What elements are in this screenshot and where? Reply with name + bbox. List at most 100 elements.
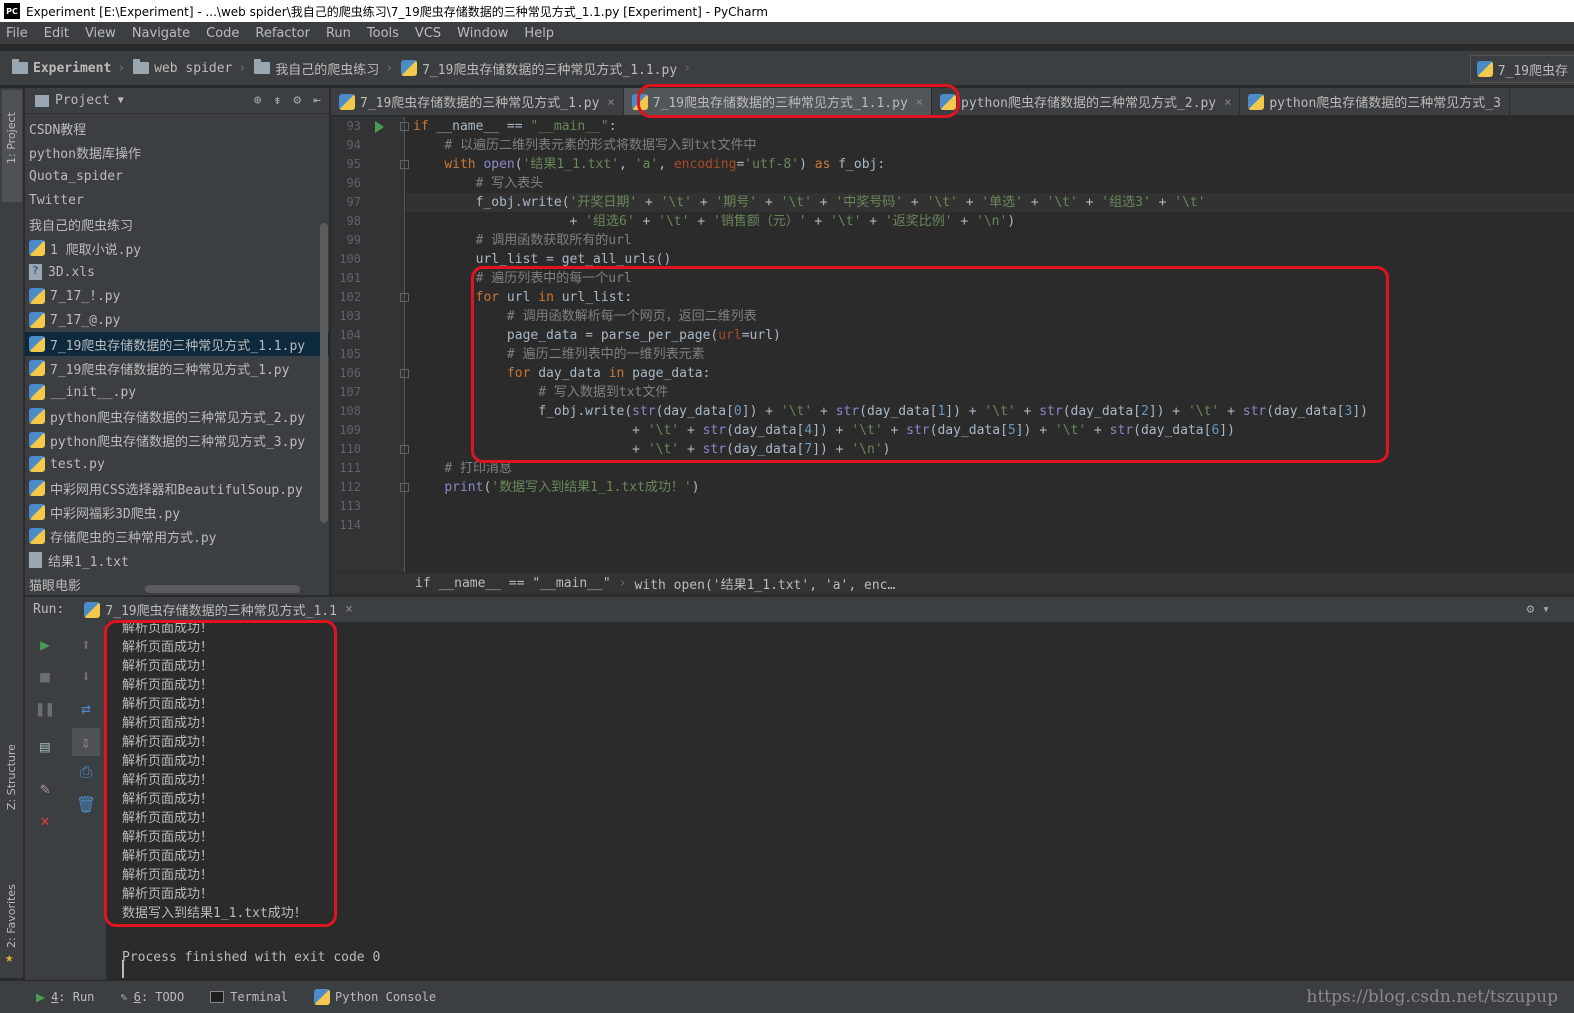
code-line: for url in url_list: bbox=[475, 290, 633, 305]
tree-item[interactable]: __init__.py bbox=[25, 380, 329, 404]
breadcrumb-project[interactable]: Experiment › bbox=[12, 59, 125, 76]
code-line: + '\t' + str(day_data[7]) + '\n') bbox=[413, 442, 891, 457]
run-gutter-icon[interactable] bbox=[375, 121, 384, 133]
menu-view[interactable]: View bbox=[85, 26, 116, 41]
project-vertical-scrollbar[interactable] bbox=[320, 223, 328, 523]
menu-vcs[interactable]: VCS bbox=[415, 26, 441, 41]
menu-edit[interactable]: Edit bbox=[44, 26, 69, 41]
code-editor[interactable]: 93 94 95 96 97 98 99 100 101 102 103 104 105 106 107 10… bbox=[331, 117, 1574, 572]
favorites-tool-label[interactable]: 2: Favorites bbox=[5, 884, 18, 948]
console-line: 解析页面成功！ bbox=[122, 887, 214, 902]
menu-tools[interactable]: Tools bbox=[367, 26, 399, 41]
todo-tool-button[interactable]: ✎ 6: TODO bbox=[120, 990, 184, 1004]
run-console[interactable]: Process finished with exit code 0 解析页面成功… bbox=[108, 622, 1574, 980]
fold-marker-icon[interactable] bbox=[400, 122, 409, 131]
editor-tab[interactable]: python爬虫存储数据的三种常见方式_3 bbox=[1240, 88, 1510, 115]
tree-item-label: test.py bbox=[50, 456, 105, 472]
code-line: + '\t' + str(day_data[4]) + '\t' + str(d… bbox=[413, 423, 1235, 438]
breadcrumb-file[interactable]: 7_19爬虫存储数据的三种常见方式_1.1.py › bbox=[401, 59, 691, 78]
fold-marker-icon[interactable] bbox=[400, 369, 409, 378]
print-icon[interactable]: ⎙ bbox=[76, 762, 96, 782]
python-file-icon bbox=[631, 93, 648, 110]
hide-panel-icon[interactable]: ⇤ bbox=[313, 93, 321, 108]
project-tool-label[interactable]: 1: Project bbox=[5, 112, 18, 164]
tree-item[interactable]: Quota_spider bbox=[25, 164, 329, 188]
project-horizontal-scrollbar[interactable] bbox=[145, 585, 300, 593]
code-line: if __name__ == "__main__": bbox=[413, 119, 617, 134]
tree-item[interactable]: CSDN教程 bbox=[25, 116, 329, 140]
tree-item[interactable]: python爬虫存储数据的三种常见方式_3.py bbox=[25, 428, 329, 452]
fold-marker-icon[interactable] bbox=[400, 445, 409, 454]
run-tab[interactable]: 7_19爬虫存储数据的三种常见方式_1.1 × bbox=[84, 600, 353, 619]
python-file-icon bbox=[29, 480, 45, 496]
rerun-icon[interactable]: ▶ bbox=[35, 634, 55, 654]
chevron-down-icon[interactable]: ▼ bbox=[118, 95, 124, 106]
editor-tab[interactable]: 7_19爬虫存储数据的三种常见方式_1.1.py × bbox=[623, 88, 933, 115]
status-bar: ▶ 4: Run ✎ 6: TODO Terminal Python Conso… bbox=[0, 980, 1574, 1013]
editor-tab[interactable]: python爬虫存储数据的三种常见方式_2.py × bbox=[932, 88, 1241, 115]
nav-right-tab[interactable]: 7_19爬虫存 bbox=[1469, 55, 1574, 83]
close-icon[interactable]: ✕ bbox=[35, 810, 55, 830]
trash-icon[interactable]: 🗑 bbox=[76, 794, 96, 814]
tree-item-label: 猫眼电影 bbox=[29, 578, 82, 594]
tree-item[interactable]: 1 爬取小说.py bbox=[25, 236, 329, 260]
terminal-tool-button[interactable]: Terminal bbox=[210, 990, 288, 1004]
menu-help[interactable]: Help bbox=[524, 26, 554, 41]
tree-item[interactable]: 中彩网用CSS选择器和BeautifulSoup.py bbox=[25, 476, 329, 500]
breadcrumb-folder[interactable]: 我自己的爬虫练习 › bbox=[254, 59, 393, 78]
left-tool-strip: 1: Project Z: Structure 2: Favorites ★ bbox=[0, 88, 24, 978]
tree-item[interactable]: 7_19爬虫存储数据的三种常见方式_1.py bbox=[25, 356, 329, 380]
menu-refactor[interactable]: Refactor bbox=[255, 26, 310, 41]
close-icon[interactable]: × bbox=[345, 602, 353, 617]
stop-icon[interactable]: ■ bbox=[35, 666, 55, 686]
editor-tab[interactable]: 7_19爬虫存储数据的三种常见方式_1.py × bbox=[331, 88, 624, 115]
scroll-to-end-icon[interactable]: ⇩ bbox=[72, 728, 100, 756]
run-tool-button[interactable]: ▶ 4: Run bbox=[36, 988, 94, 1006]
tree-item[interactable]: python数据库操作 bbox=[25, 140, 329, 164]
tree-item[interactable]: 结果1_1.txt bbox=[25, 548, 329, 572]
locate-icon[interactable]: ⊕ bbox=[254, 93, 262, 108]
collapse-icon[interactable]: ⇟ bbox=[274, 93, 282, 108]
arrow-up-icon[interactable]: ⬆ bbox=[76, 634, 96, 654]
navigation-bar: Experiment › web spider › 我自己的爬虫练习 › 7_19爬虫… bbox=[0, 50, 1574, 86]
menu-run[interactable]: Run bbox=[326, 26, 351, 41]
tree-item[interactable]: 7_19爬虫存储数据的三种常见方式_1.1.py bbox=[25, 332, 329, 356]
fold-marker-icon[interactable] bbox=[400, 293, 409, 302]
menu-file[interactable]: File bbox=[6, 26, 28, 41]
tree-item[interactable]: test.py bbox=[25, 452, 329, 476]
python-console-tool-button[interactable]: Python Console bbox=[314, 989, 436, 1005]
line-number: 111 bbox=[339, 461, 361, 475]
fold-marker-icon[interactable] bbox=[400, 160, 409, 169]
menu-navigate[interactable]: Navigate bbox=[132, 26, 190, 41]
tree-item[interactable]: python爬虫存储数据的三种常见方式_2.py bbox=[25, 404, 329, 428]
tree-item[interactable]: Twitter bbox=[25, 188, 329, 212]
python-file-icon bbox=[84, 601, 101, 618]
menu-code[interactable]: Code bbox=[206, 26, 239, 41]
tree-item[interactable]: 我自己的爬虫练习 bbox=[25, 212, 329, 236]
close-icon[interactable]: × bbox=[1224, 95, 1231, 109]
arrow-down-icon[interactable]: ⬇ bbox=[76, 666, 96, 686]
pause-icon[interactable]: ❚❚ bbox=[35, 698, 55, 718]
editor-crumb[interactable]: with open('结果1_1.txt', 'a', enc… bbox=[635, 574, 896, 593]
tree-item-label: 结果1_1.txt bbox=[48, 554, 129, 570]
dump-threads-icon[interactable]: ▤ bbox=[35, 736, 55, 756]
breadcrumb-web-spider[interactable]: web spider › bbox=[133, 59, 246, 76]
menu-window[interactable]: Window bbox=[457, 26, 508, 41]
tree-item[interactable]: 7_17_!.py bbox=[25, 284, 329, 308]
project-title[interactable]: Project bbox=[55, 93, 110, 108]
close-icon[interactable]: × bbox=[916, 95, 923, 109]
editor-crumb[interactable]: if __name__ == "__main__" bbox=[415, 576, 611, 591]
close-icon[interactable]: × bbox=[607, 95, 614, 109]
soft-wrap-icon[interactable]: ⇄ bbox=[76, 698, 96, 718]
gear-icon[interactable]: ⚙ ▾ bbox=[1527, 602, 1550, 617]
tree-item[interactable]: 3D.xls bbox=[25, 260, 329, 284]
python-console-tool-label: Python Console bbox=[335, 990, 437, 1004]
tree-item[interactable]: 中彩网福彩3D爬虫.py bbox=[25, 500, 329, 524]
line-number: 100 bbox=[339, 252, 361, 266]
fold-marker-icon[interactable] bbox=[400, 483, 409, 492]
structure-tool-label[interactable]: Z: Structure bbox=[5, 744, 18, 810]
tree-item[interactable]: 7_17_@.py bbox=[25, 308, 329, 332]
tree-item[interactable]: 存储爬虫的三种常用方式.py bbox=[25, 524, 329, 548]
pin-icon[interactable]: ✎ bbox=[35, 778, 55, 798]
gear-icon[interactable]: ⚙ bbox=[293, 93, 301, 108]
